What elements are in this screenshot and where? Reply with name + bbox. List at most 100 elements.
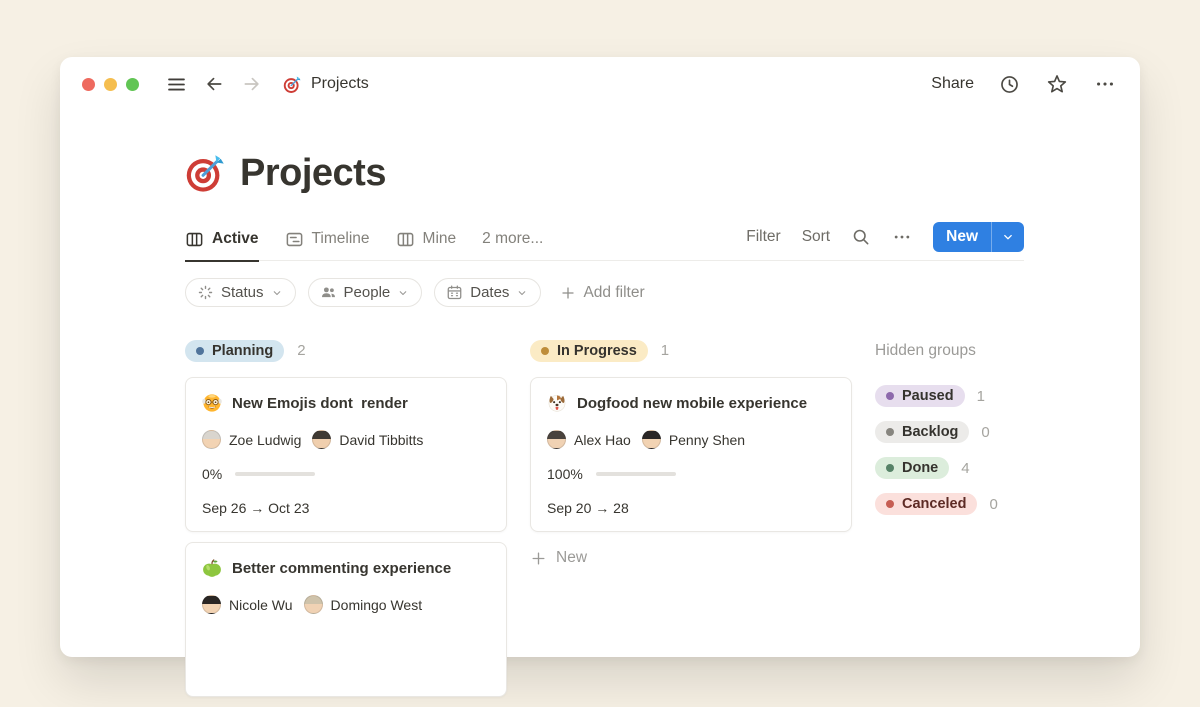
progress-label: 100% [547, 466, 583, 482]
assignee: Domingo West [304, 595, 423, 614]
breadcrumb[interactable]: Projects [283, 75, 369, 94]
status-label: Done [902, 460, 938, 476]
share-button[interactable]: Share [931, 75, 974, 93]
new-dropdown-chevron-icon[interactable] [992, 222, 1024, 252]
avatar [547, 430, 566, 449]
titlebar: Projects Share [60, 57, 1140, 111]
plus-icon [560, 285, 576, 301]
old-man-face-icon [202, 393, 222, 413]
add-filter-button[interactable]: Add filter [560, 284, 644, 302]
tab-timeline[interactable]: Timeline [285, 230, 370, 260]
green-apple-icon [202, 558, 222, 578]
sort-button[interactable]: Sort [802, 228, 830, 246]
status-pill-in-progress[interactable]: In Progress [530, 340, 648, 362]
sidebar-menu-icon[interactable] [163, 71, 189, 97]
people-icon [320, 284, 337, 301]
status-dot [886, 428, 894, 436]
assignee: David Tibbitts [312, 430, 423, 449]
hidden-group-canceled: Canceled 0 [875, 493, 1025, 515]
chip-label: Status [221, 284, 264, 301]
hidden-group-backlog: Backlog 0 [875, 421, 1025, 443]
card-better-commenting[interactable]: Better commenting experience Nicole Wu D… [185, 542, 507, 697]
assignee-name: Nicole Wu [229, 597, 293, 613]
status-label: Paused [902, 388, 954, 404]
new-card-label: New [556, 549, 587, 567]
assignee: Penny Shen [642, 430, 745, 449]
hidden-group-paused: Paused 1 [875, 385, 1025, 407]
history-clock-icon[interactable] [996, 71, 1022, 97]
hidden-groups-panel: Hidden groups Paused 1 Backlog 0 [875, 337, 1025, 529]
add-filter-label: Add filter [583, 284, 644, 302]
new-button-group: New [933, 222, 1024, 252]
tab-label: Mine [423, 230, 457, 248]
target-dart-icon [283, 75, 302, 94]
chip-label: Dates [470, 284, 509, 301]
chevron-down-icon [516, 287, 528, 299]
chevron-down-icon [271, 287, 283, 299]
status-label: Planning [212, 343, 273, 359]
status-pill-done[interactable]: Done [875, 457, 949, 479]
board: Planning 2 New Emojis dont render Zoe Lu… [185, 337, 1024, 707]
card-title: Dogfood new mobile experience [577, 395, 807, 412]
group-count: 4 [961, 460, 969, 477]
column-count: 1 [661, 342, 669, 359]
chip-label: People [344, 284, 391, 301]
favorite-star-icon[interactable] [1044, 71, 1070, 97]
back-arrow-icon[interactable] [201, 71, 227, 97]
group-count: 0 [981, 424, 989, 441]
minimize-window-button[interactable] [104, 78, 117, 91]
card-title: Better commenting experience [232, 560, 451, 577]
hidden-group-done: Done 4 [875, 457, 1025, 479]
status-label: Canceled [902, 496, 966, 512]
group-count: 1 [977, 388, 985, 405]
column-count: 2 [297, 342, 305, 359]
more-options-icon[interactable] [1092, 71, 1118, 97]
status-dot [541, 347, 549, 355]
more-views-button[interactable]: 2 more... [482, 230, 543, 259]
avatar [312, 430, 331, 449]
people-filter-chip[interactable]: People [308, 278, 423, 307]
view-options-icon[interactable] [892, 227, 912, 247]
tab-mine[interactable]: Mine [396, 230, 457, 260]
card-dogfood-mobile[interactable]: Dogfood new mobile experience Alex Hao P… [530, 377, 852, 532]
assignee: Zoe Ludwig [202, 430, 301, 449]
board-view-icon [396, 230, 415, 249]
column-planning: Planning 2 New Emojis dont render Zoe Lu… [185, 337, 507, 707]
assignee-name: Domingo West [331, 597, 423, 613]
traffic-lights [82, 78, 139, 91]
assignee-name: David Tibbitts [339, 432, 423, 448]
close-window-button[interactable] [82, 78, 95, 91]
tab-label: Timeline [312, 230, 370, 248]
assignee-name: Zoe Ludwig [229, 432, 301, 448]
calendar-icon [446, 284, 463, 301]
status-dot [196, 347, 204, 355]
card-new-emojis[interactable]: New Emojis dont render Zoe Ludwig David … [185, 377, 507, 532]
status-pill-backlog[interactable]: Backlog [875, 421, 969, 443]
group-count: 0 [989, 496, 997, 513]
forward-arrow-icon[interactable] [239, 71, 265, 97]
status-pill-paused[interactable]: Paused [875, 385, 965, 407]
dates-filter-chip[interactable]: Dates [434, 278, 541, 307]
maximize-window-button[interactable] [126, 78, 139, 91]
assignee: Nicole Wu [202, 595, 293, 614]
status-filter-chip[interactable]: Status [185, 278, 296, 307]
avatar [202, 430, 221, 449]
plus-icon [530, 550, 547, 567]
status-label: Backlog [902, 424, 958, 440]
avatar [642, 430, 661, 449]
tab-active[interactable]: Active [185, 230, 259, 262]
new-button[interactable]: New [933, 222, 991, 252]
search-icon[interactable] [851, 227, 871, 247]
status-pill-planning[interactable]: Planning [185, 340, 284, 362]
status-dot [886, 392, 894, 400]
status-pill-canceled[interactable]: Canceled [875, 493, 977, 515]
assignee: Alex Hao [547, 430, 631, 449]
assignee-name: Alex Hao [574, 432, 631, 448]
hidden-groups-title: Hidden groups [875, 337, 1025, 364]
chevron-down-icon [397, 287, 409, 299]
new-card-button[interactable]: New [530, 549, 852, 567]
page-header: Projects [185, 150, 1024, 196]
progress-bar [596, 472, 676, 477]
filter-button[interactable]: Filter [746, 228, 780, 246]
progress-label: 0% [202, 466, 222, 482]
